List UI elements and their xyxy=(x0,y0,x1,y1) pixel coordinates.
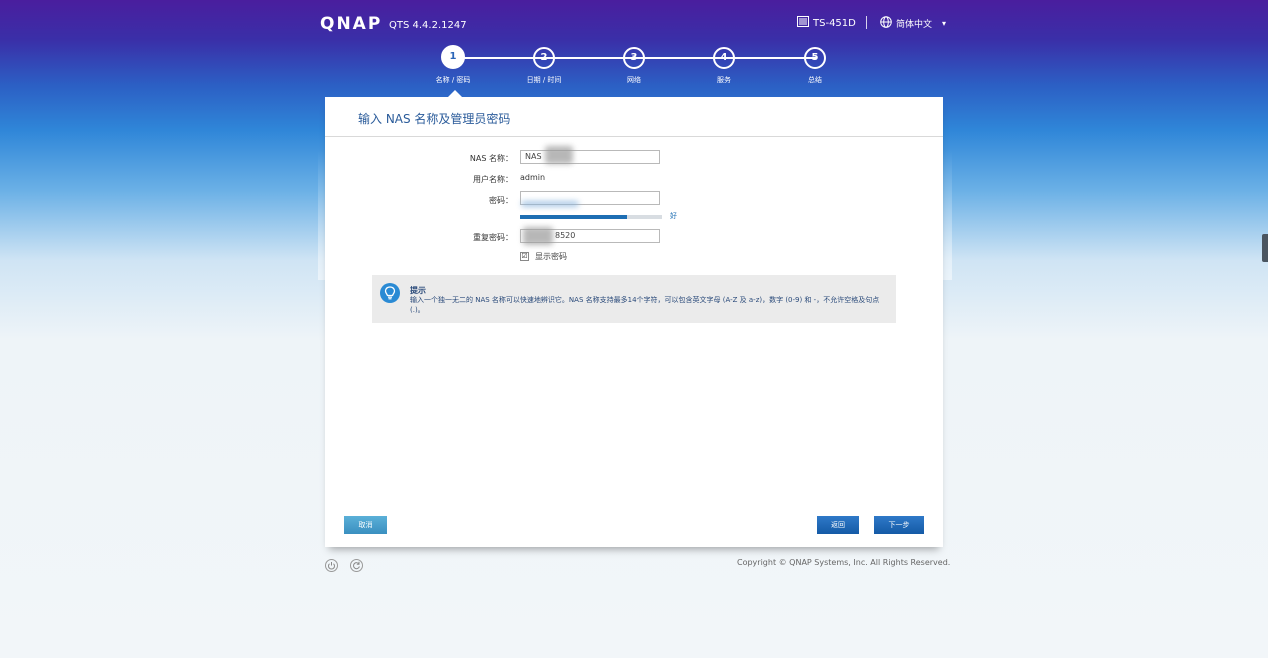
title-divider xyxy=(325,136,943,137)
cancel-button[interactable]: 取消 xyxy=(344,516,387,534)
nas-device-icon xyxy=(797,16,809,30)
password-strength-bar xyxy=(520,215,662,219)
step-1-circle: 1 xyxy=(441,45,465,69)
step-5: 5 总结 xyxy=(785,47,845,85)
back-button[interactable]: 返回 xyxy=(817,516,859,534)
globe-icon xyxy=(880,16,892,31)
redacted-nas-name xyxy=(545,146,573,164)
chevron-down-icon: ▾ xyxy=(942,19,947,28)
confirm-password-value: 8520 xyxy=(555,231,576,240)
wizard-panel: 输入 NAS 名称及管理员密码 NAS 名称： NAS 用户名称： admin … xyxy=(325,97,943,547)
language-label: 简体中文 xyxy=(896,20,933,30)
password-strength-text: 好 xyxy=(670,212,677,220)
side-panel-handle[interactable] xyxy=(1262,234,1268,262)
nas-model-label: TS-451D xyxy=(813,17,856,29)
username-value: admin xyxy=(520,173,546,182)
step-3-circle: 3 xyxy=(623,47,645,69)
confirm-password-label: 重复密码： xyxy=(473,233,513,242)
step-2-circle: 2 xyxy=(533,47,555,69)
redacted-confirm-password xyxy=(523,227,553,245)
restart-icon[interactable] xyxy=(350,559,363,572)
show-password-toggle[interactable]: ☑ 显示密码 xyxy=(520,251,567,262)
step-4-label: 服务 xyxy=(717,76,731,84)
power-icon[interactable] xyxy=(325,559,338,572)
step-5-circle: 5 xyxy=(804,47,826,69)
nas-model: TS-451D xyxy=(797,16,856,30)
step-4: 4 服务 xyxy=(694,47,754,85)
qnap-logo: QNAP xyxy=(320,14,383,34)
setup-stepper: 1 名称 / 密码 2 日期 / 时间 3 网络 4 服务 5 总结 xyxy=(430,45,840,87)
nas-name-label: NAS 名称： xyxy=(469,154,513,163)
step-2: 2 日期 / 时间 xyxy=(514,47,574,85)
qts-version: QTS 4.4.2.1247 xyxy=(389,20,467,31)
page-title: 输入 NAS 名称及管理员密码 xyxy=(358,112,511,126)
nas-name-input[interactable]: NAS xyxy=(520,150,660,164)
redacted-password xyxy=(521,201,579,207)
step-3-label: 网络 xyxy=(627,76,641,84)
username-label: 用户名称： xyxy=(473,175,513,184)
step-4-circle: 4 xyxy=(713,47,735,69)
step-1: 1 名称 / 密码 xyxy=(423,45,483,85)
show-password-checkbox[interactable]: ☑ xyxy=(520,252,529,261)
show-password-label: 显示密码 xyxy=(535,252,567,261)
header-divider xyxy=(866,16,867,29)
step-1-label: 名称 / 密码 xyxy=(435,76,471,84)
hint-box: 提示 输入一个独一无二的 NAS 名称可以快速地辨识它。NAS 名称支持最多14… xyxy=(372,275,896,323)
copyright-text: Copyright © QNAP Systems, Inc. All Right… xyxy=(737,558,951,567)
password-strength-fill xyxy=(520,215,627,219)
nas-name-value: NAS xyxy=(525,152,542,161)
active-step-pointer xyxy=(448,90,462,97)
lightbulb-icon xyxy=(380,283,400,303)
hint-text: 输入一个独一无二的 NAS 名称可以快速地辨识它。NAS 名称支持最多14个字符… xyxy=(410,296,880,314)
language-selector[interactable]: 简体中文 ▾ xyxy=(880,16,946,31)
step-2-label: 日期 / 时间 xyxy=(526,76,562,84)
next-button[interactable]: 下一步 xyxy=(874,516,924,534)
password-label: 密码： xyxy=(489,196,513,205)
step-3: 3 网络 xyxy=(604,47,664,85)
step-5-label: 总结 xyxy=(808,76,822,84)
